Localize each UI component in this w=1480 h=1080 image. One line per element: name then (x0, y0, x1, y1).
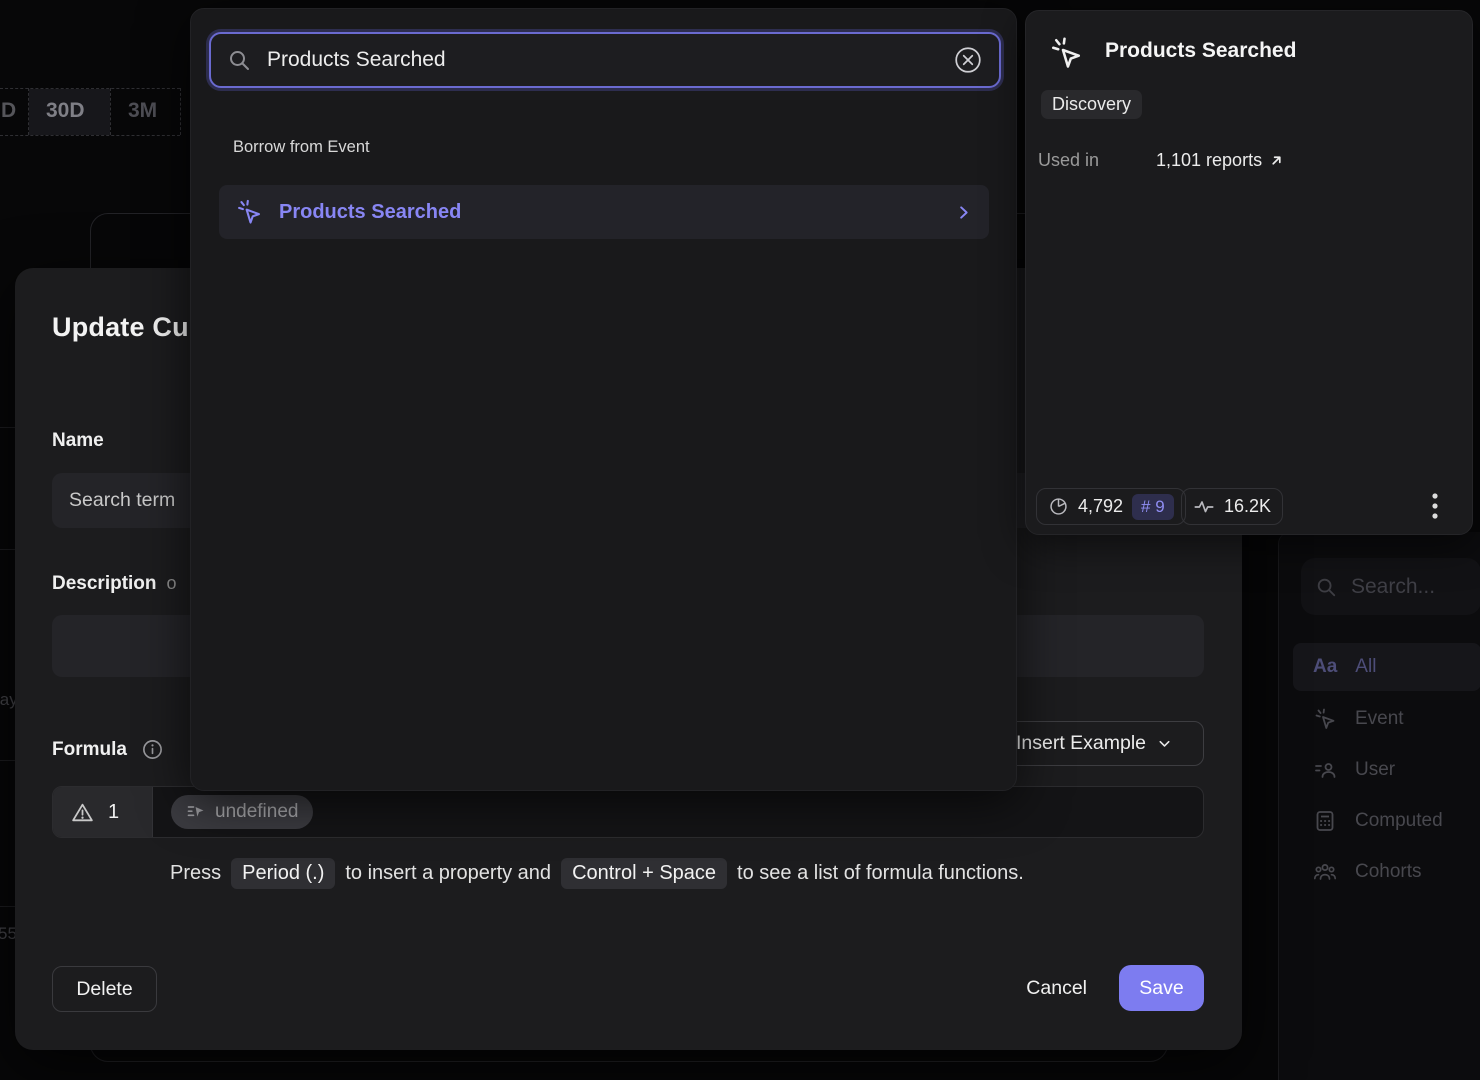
time-range-partial[interactable]: D (1, 99, 16, 123)
search-query: Products Searched (267, 48, 937, 72)
cancel-button[interactable]: Cancel (1026, 977, 1087, 1000)
clear-search-icon[interactable] (953, 45, 983, 75)
modal-title: Update Cu (52, 312, 189, 343)
user-icon (1313, 758, 1337, 782)
formula-editor[interactable]: 1 undefined (52, 786, 1204, 838)
used-in-link[interactable]: 1,101 reports (1156, 150, 1284, 171)
save-button[interactable]: Save (1119, 965, 1204, 1011)
event-icon (1313, 707, 1337, 731)
volume-pill[interactable]: 16.2K (1181, 488, 1283, 525)
used-in-label: Used in (1038, 150, 1099, 171)
description-optional-fragment: o (167, 573, 177, 594)
help-lead: Press (170, 862, 221, 885)
kbd-period: Period (.) (231, 858, 335, 889)
time-range-border (0, 135, 180, 136)
event-count-pill[interactable]: 4,792 # 9 (1036, 488, 1186, 525)
formula-help-text: Press Period (.) to insert a property an… (170, 858, 1024, 889)
aa-icon: Aa (1313, 656, 1337, 678)
arrow-up-right-icon (1269, 153, 1284, 168)
insert-example-label: Insert Example (1016, 732, 1146, 755)
result-label: Products Searched (279, 201, 938, 224)
insert-example-button[interactable]: Insert Example (985, 721, 1204, 766)
chevron-down-icon (1156, 735, 1173, 752)
sidebar-item-label: Event (1355, 708, 1404, 730)
event-icon (1048, 35, 1084, 71)
delete-label: Delete (76, 978, 132, 1001)
save-label: Save (1139, 977, 1183, 1000)
event-icon (235, 198, 263, 226)
formula-chip-label: undefined (215, 801, 298, 823)
sidebar-item-label: Cohorts (1355, 861, 1422, 883)
sidebar-search-input[interactable]: Search... (1301, 558, 1480, 615)
kbd-control-space: Control + Space (561, 858, 727, 889)
used-in-value: 1,101 reports (1156, 150, 1262, 171)
activity-icon (1193, 496, 1215, 518)
cohorts-icon (1313, 860, 1337, 884)
computed-icon (1313, 809, 1337, 833)
event-property-icon (186, 802, 206, 822)
sidebar-item-user[interactable]: User (1293, 746, 1480, 794)
sidebar-item-label: User (1355, 759, 1395, 781)
formula-property-chip[interactable]: undefined (171, 795, 313, 829)
event-count: 4,792 (1078, 496, 1123, 517)
sidebar-item-label: All (1355, 656, 1376, 678)
sidebar-search-placeholder: Search... (1351, 575, 1435, 599)
time-range-divider (180, 88, 181, 135)
kebab-menu-icon[interactable] (1432, 492, 1438, 520)
delete-button[interactable]: Delete (52, 966, 157, 1012)
search-result-products-searched[interactable]: Products Searched (219, 185, 989, 239)
warning-icon (70, 800, 95, 825)
borrow-from-event-label: Borrow from Event (233, 138, 370, 157)
event-details-panel: Products Searched Discovery Used in 1,10… (1025, 10, 1473, 535)
chevron-right-icon (954, 203, 973, 222)
sidebar-item-label: Computed (1355, 810, 1443, 832)
name-label: Name (52, 430, 104, 452)
search-icon (1315, 576, 1337, 598)
rank-badge: # 9 (1132, 494, 1174, 520)
time-range-30d-button[interactable]: 30D (46, 99, 85, 123)
formula-error-gutter: 1 (53, 787, 153, 837)
formula-label: Formula (52, 739, 127, 761)
sidebar-item-computed[interactable]: Computed (1293, 797, 1480, 845)
property-type-sidebar: Search... Aa All Event User Computed Coh… (1278, 532, 1480, 1080)
info-icon[interactable] (141, 738, 164, 761)
pie-chart-icon (1048, 496, 1069, 517)
modal-footer-actions: Cancel Save (1026, 965, 1204, 1011)
error-count: 1 (108, 801, 119, 824)
category-badge[interactable]: Discovery (1041, 90, 1142, 119)
description-label-row: Description o (52, 573, 177, 595)
property-search-input[interactable]: Products Searched (209, 32, 1001, 88)
formula-label-row: Formula (52, 738, 164, 761)
help-middle: to insert a property and (345, 862, 551, 885)
app-screen: D 30D 3M lay 55 Search... Aa All Event U… (0, 0, 1480, 1080)
sidebar-item-cohorts[interactable]: Cohorts (1293, 848, 1480, 896)
time-range-divider (110, 88, 111, 135)
sidebar-item-all[interactable]: Aa All (1293, 643, 1480, 691)
description-label: Description (52, 573, 157, 595)
volume-value: 16.2K (1224, 496, 1271, 517)
property-search-overlay: Products Searched Borrow from Event Prod… (190, 8, 1017, 791)
sidebar-item-event[interactable]: Event (1293, 695, 1480, 743)
search-icon (227, 48, 251, 72)
help-tail: to see a list of formula functions. (737, 862, 1024, 885)
details-title: Products Searched (1105, 39, 1296, 63)
time-range-3m-button[interactable]: 3M (128, 99, 157, 123)
